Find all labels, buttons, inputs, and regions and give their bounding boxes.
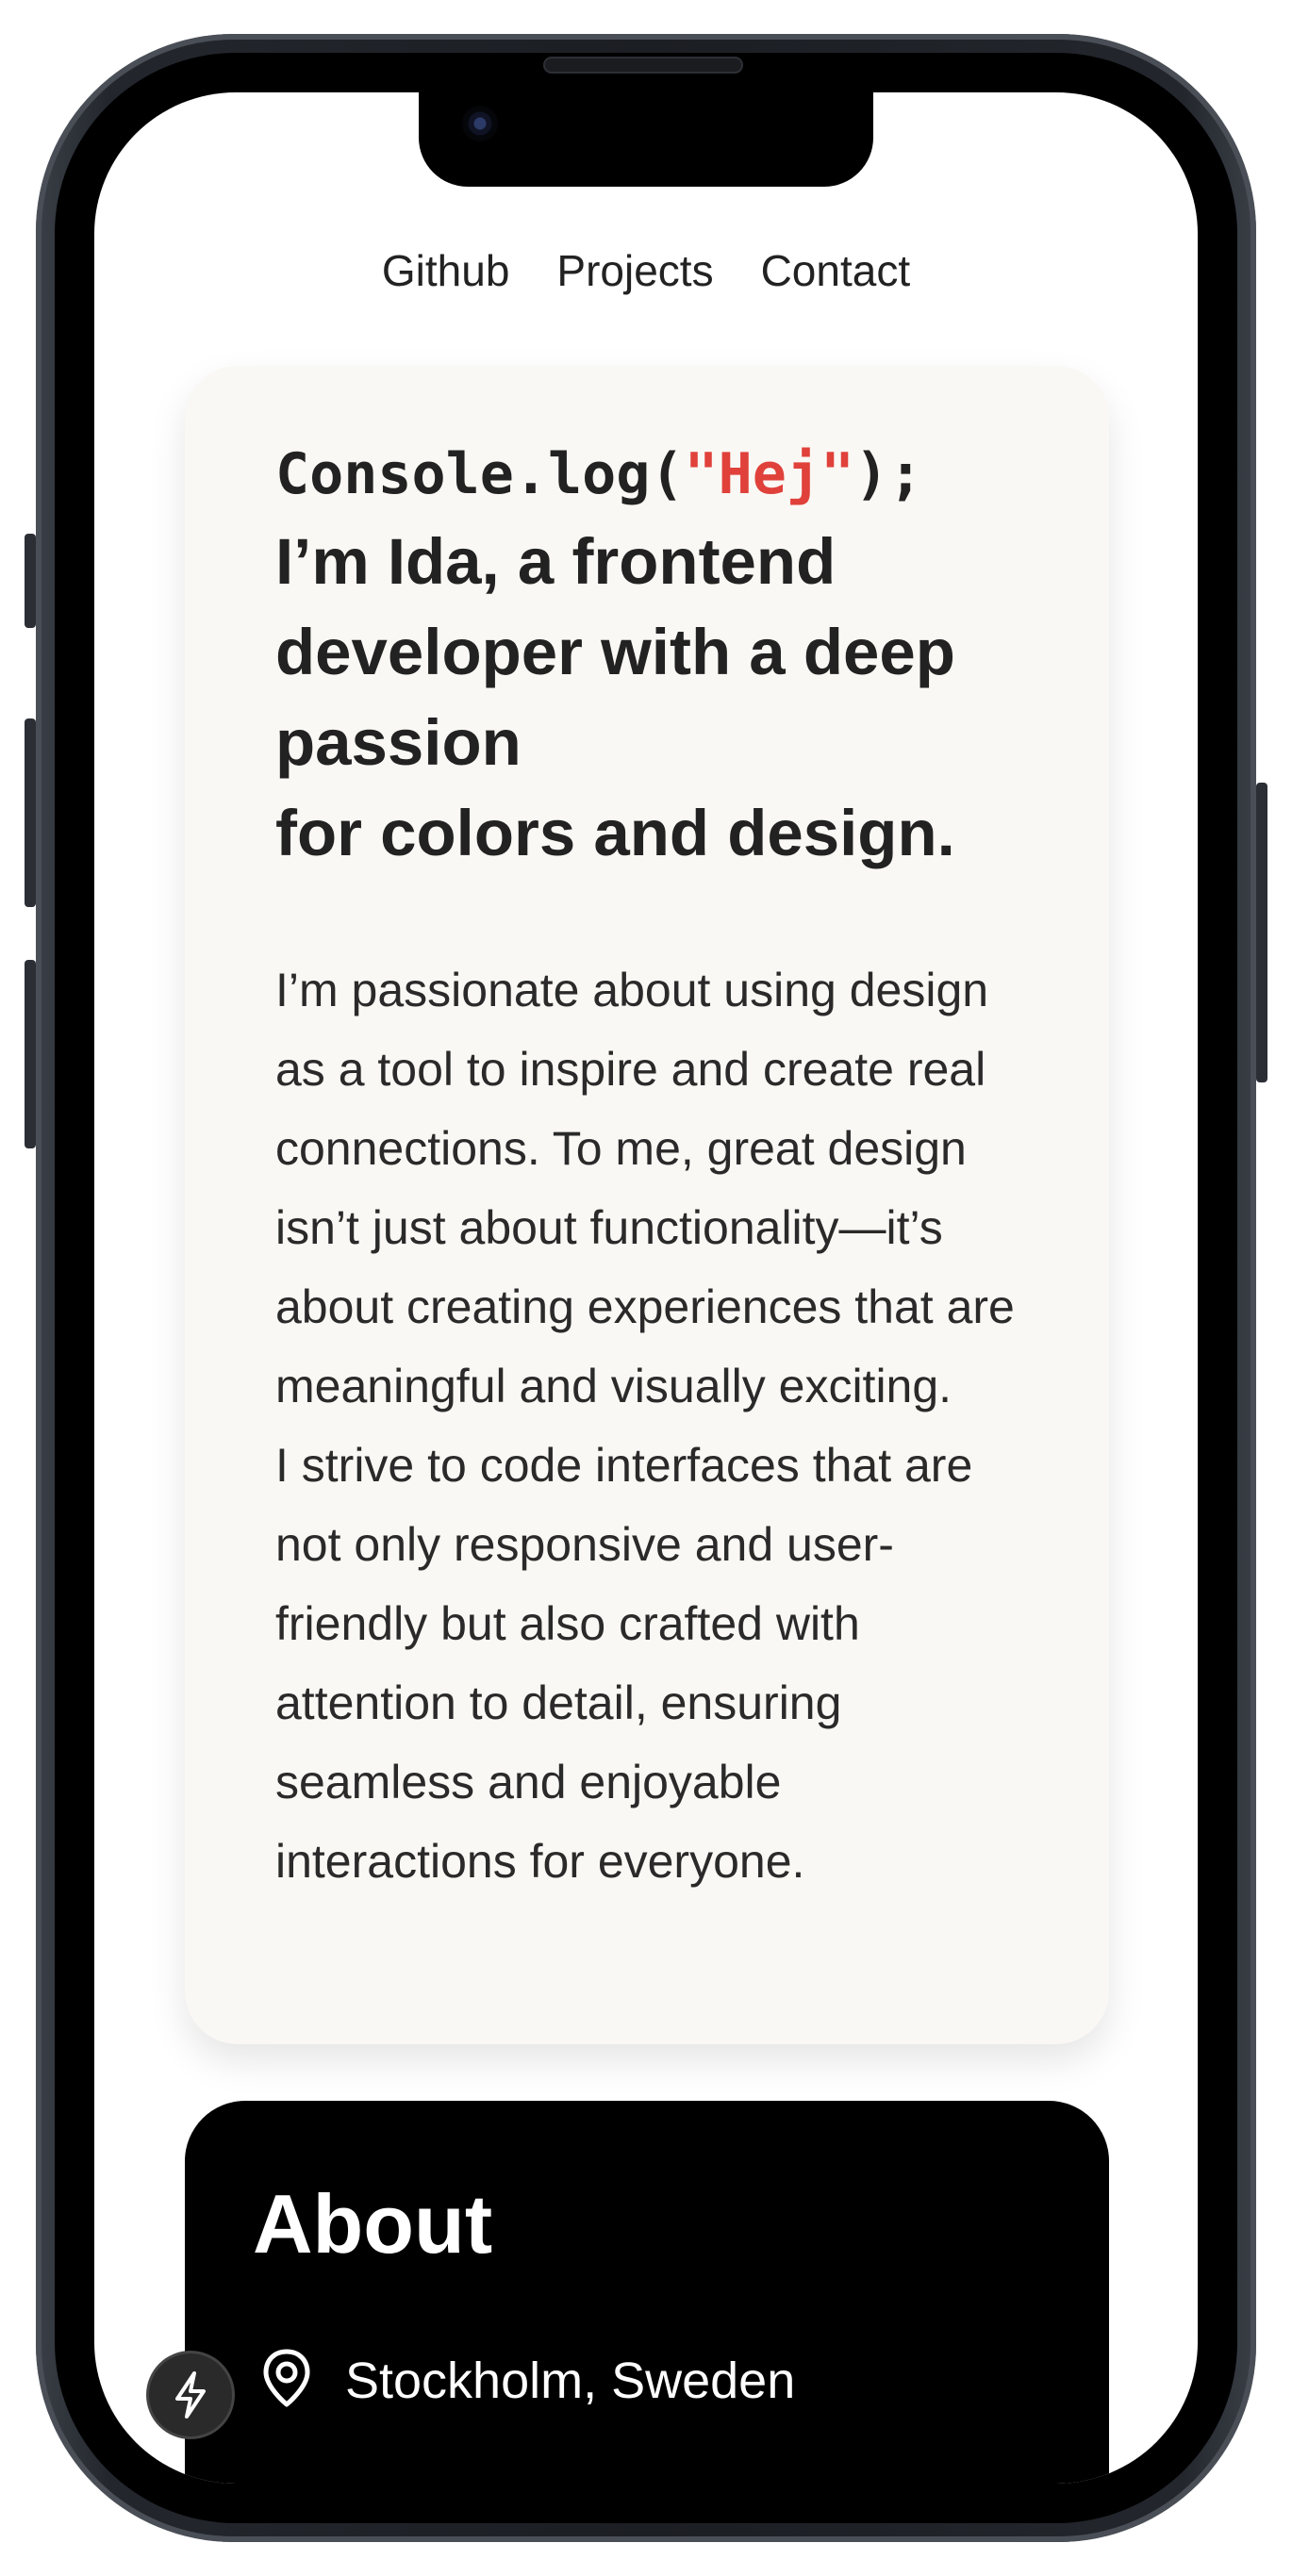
intro-bio: I’m passionate about using design as a t…	[275, 950, 1030, 1901]
location-row: Stockholm, Sweden	[260, 2348, 795, 2414]
headline-line-2: for colors and design.	[275, 797, 955, 869]
bio-paragraph-1: I’m passionate about using design as a t…	[275, 964, 1015, 1412]
location-text: Stockholm, Sweden	[345, 2353, 796, 2409]
volume-down-button	[25, 960, 36, 1148]
phone-screen: Github Projects Contact Console.log("Hej…	[94, 92, 1198, 2484]
intro-headline: I’m Ida, a frontend developer with a dee…	[275, 517, 1049, 879]
console-log-greeting: Console.log("Hej");	[275, 441, 922, 507]
top-nav: Github Projects Contact	[94, 245, 1198, 296]
volume-up-button	[25, 718, 36, 907]
action-button	[25, 534, 36, 628]
lightning-bolt-icon	[175, 2371, 206, 2419]
about-card: About Stockholm, Sweden	[185, 2101, 1109, 2484]
console-prefix: Console.log(	[275, 441, 685, 507]
console-string: "Hej"	[684, 441, 855, 507]
about-title: About	[253, 2177, 493, 2271]
console-suffix: );	[854, 441, 923, 507]
power-button	[1256, 783, 1267, 1082]
nav-link-contact[interactable]: Contact	[761, 245, 911, 296]
intro-card: Console.log("Hej"); I’m Ida, a frontend …	[185, 366, 1109, 2044]
earpiece-speaker	[543, 57, 743, 74]
map-pin-icon	[263, 2349, 310, 2407]
headline-line-1: I’m Ida, a frontend developer with a dee…	[275, 525, 955, 779]
quick-action-button[interactable]	[149, 2353, 232, 2436]
front-camera	[462, 106, 498, 141]
nav-link-github[interactable]: Github	[382, 245, 510, 296]
bio-paragraph-2: I strive to code interfaces that are not…	[275, 1439, 973, 1888]
nav-link-projects[interactable]: Projects	[556, 245, 713, 296]
